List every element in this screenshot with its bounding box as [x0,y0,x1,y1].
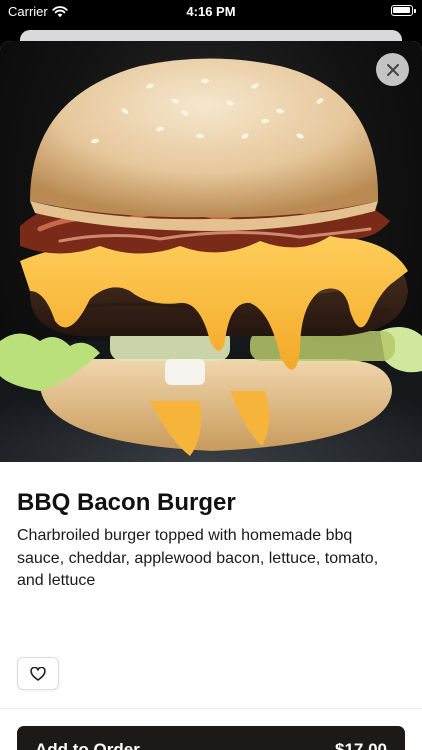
item-title: BBQ Bacon Burger [17,489,236,516]
item-description: Charbroiled burger topped with homemade … [17,527,379,589]
burger-illustration [0,58,422,462]
status-time: 4:16 PM [186,4,236,19]
item-price: $17.00 [335,740,387,750]
close-button[interactable] [376,53,409,86]
favorite-button[interactable] [17,657,59,690]
divider [0,708,422,709]
screen: Carrier 4:16 PM BBQ Bacon Burger Charbro… [0,0,422,750]
add-to-order-label: Add to Order [35,740,140,750]
add-to-order-button[interactable]: Add to Order $17.00 [17,726,405,750]
status-bar: Carrier 4:16 PM [0,0,422,24]
close-icon [386,63,399,76]
heart-icon [30,666,46,681]
item-detail-sheet: BBQ Bacon Burger Charbroiled burger topp… [0,41,422,750]
battery-icon [391,5,416,16]
item-image [0,41,422,462]
